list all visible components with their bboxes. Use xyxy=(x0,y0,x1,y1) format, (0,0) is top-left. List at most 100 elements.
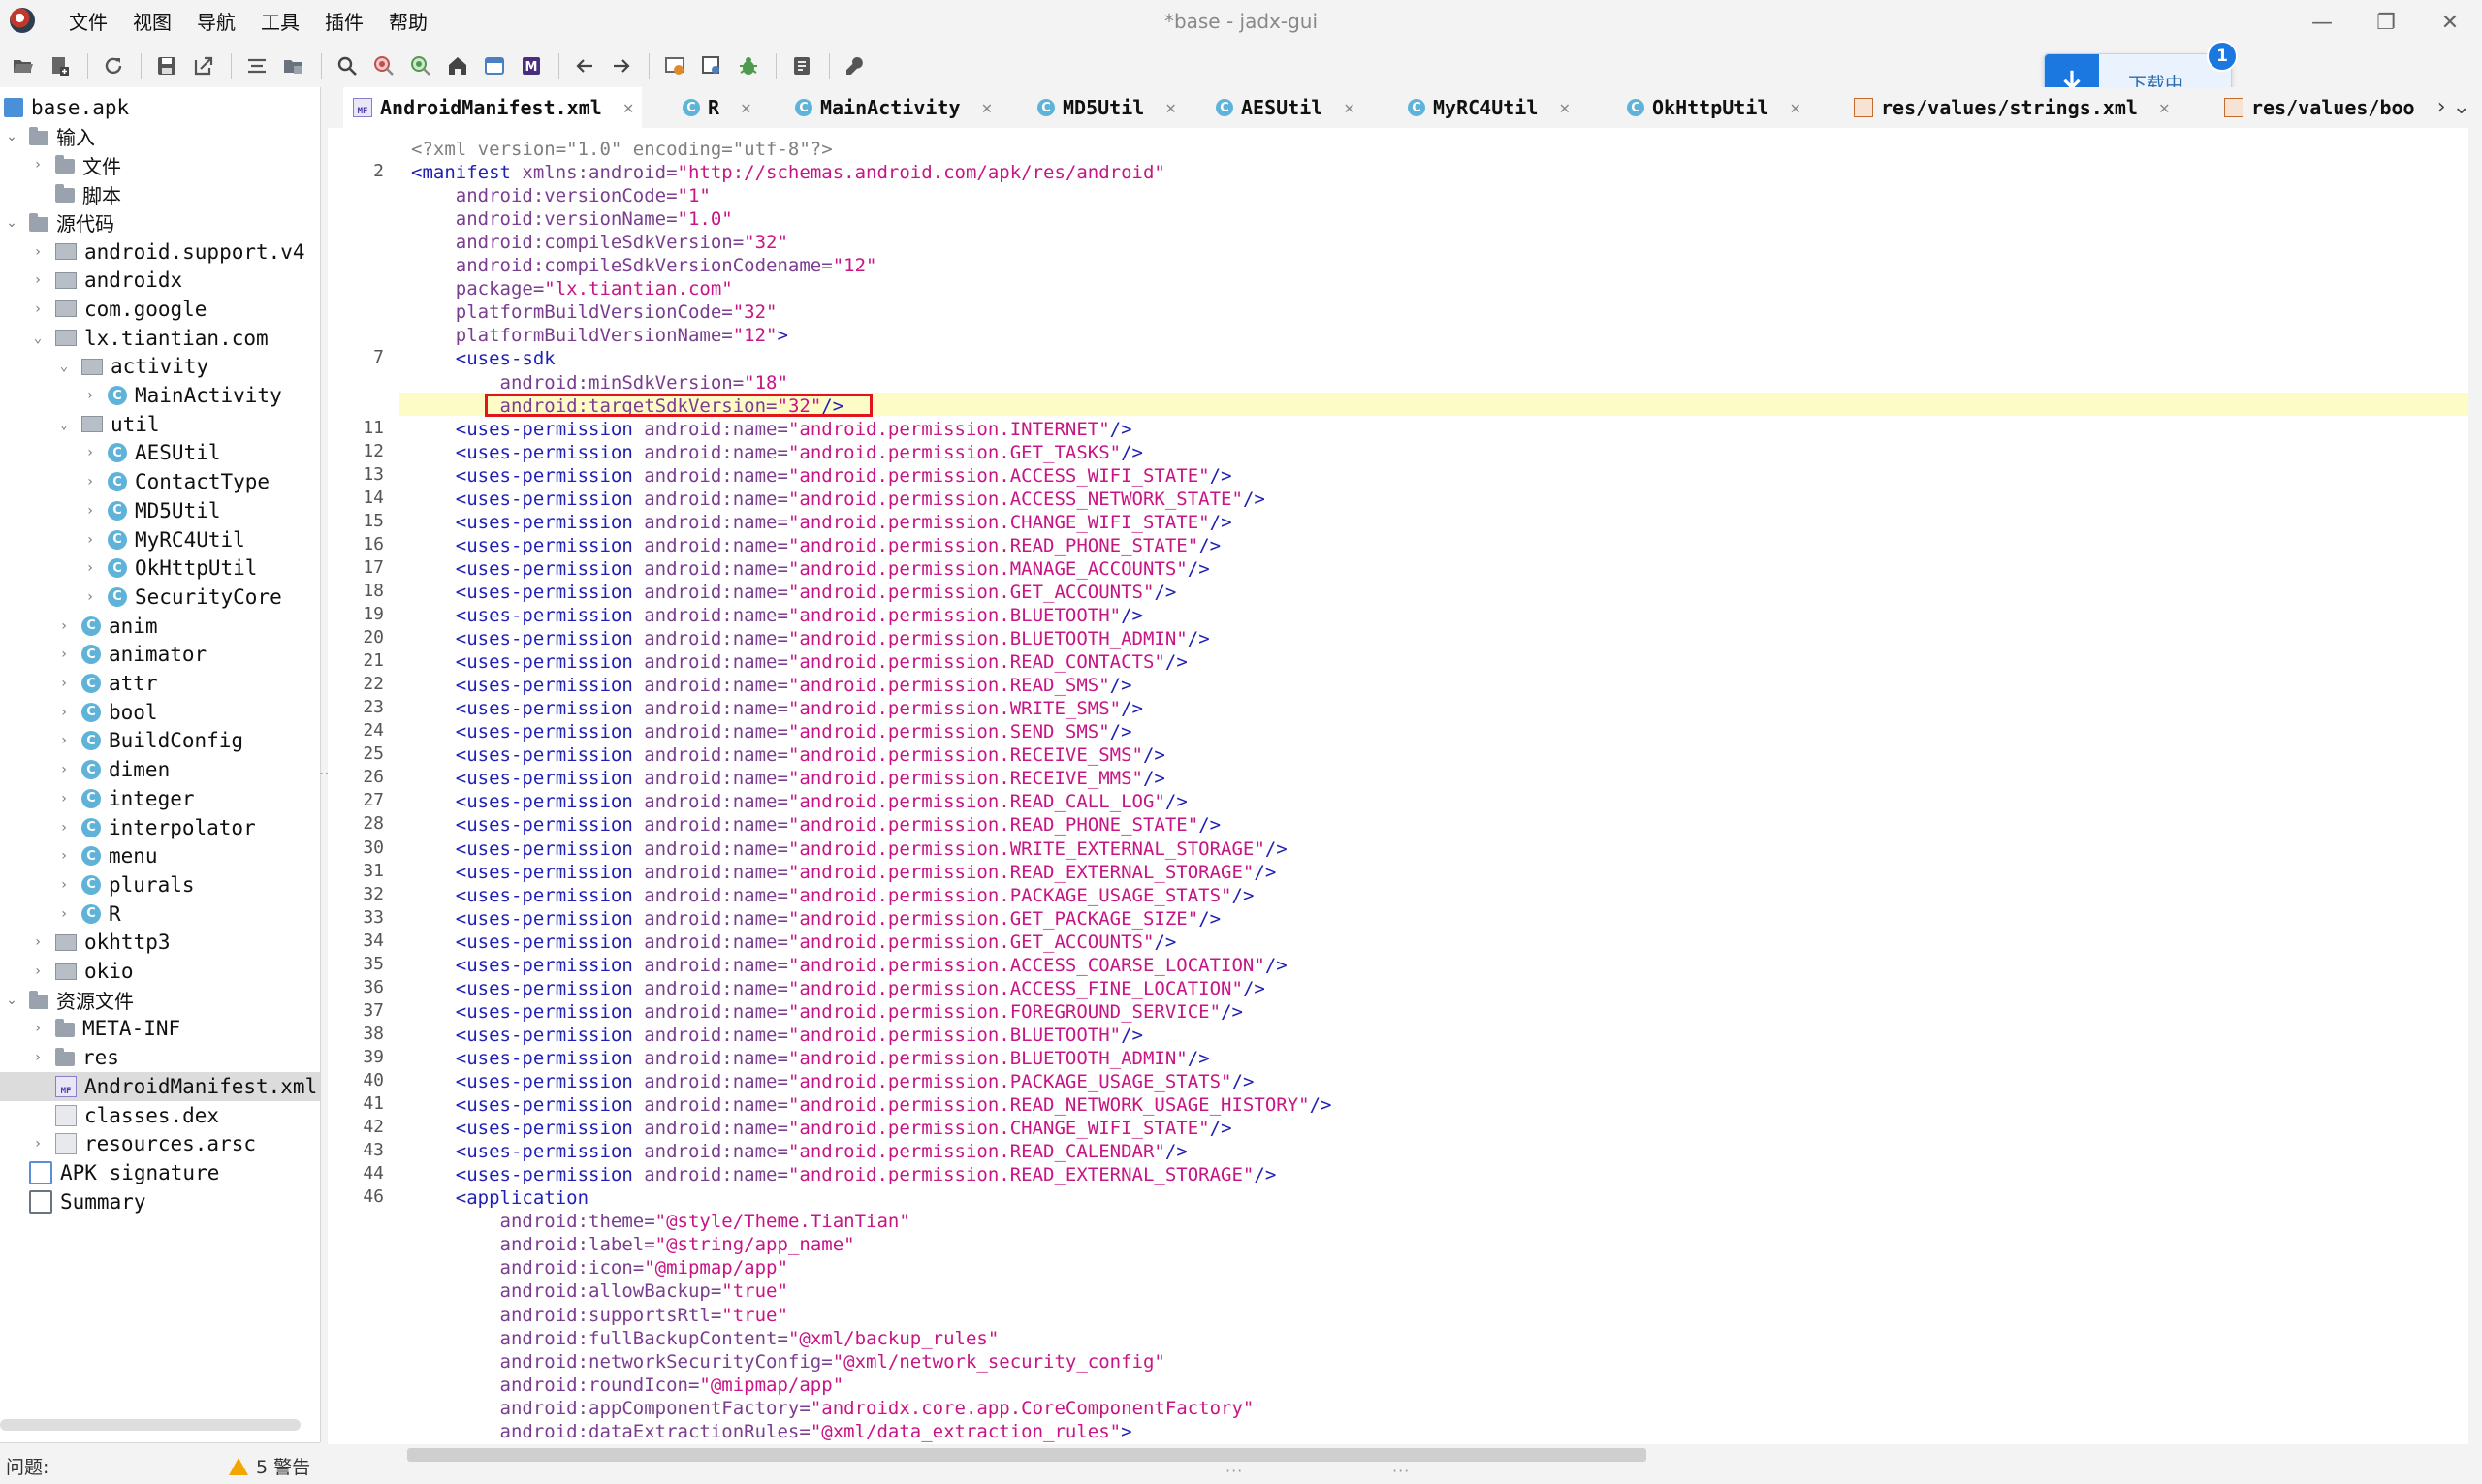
chevron-right-icon[interactable]: › xyxy=(82,560,98,576)
tree-node[interactable]: › res xyxy=(0,1043,119,1072)
chevron-right-icon[interactable]: › xyxy=(30,1050,46,1065)
tree-node[interactable]: › META-INF xyxy=(0,1014,180,1043)
reload-icon[interactable] xyxy=(96,48,131,83)
close-tab-icon[interactable]: ✕ xyxy=(982,98,993,118)
chevron-down-icon[interactable]: ⌄ xyxy=(4,129,19,144)
chevron-right-icon[interactable]: › xyxy=(82,503,98,519)
log-icon[interactable] xyxy=(784,48,819,83)
chevron-right-icon[interactable]: › xyxy=(82,445,98,460)
flatten-packages-icon[interactable] xyxy=(276,48,311,83)
close-tab-icon[interactable]: ✕ xyxy=(1790,98,1800,118)
tree-node[interactable]: ⌄ 资源文件 xyxy=(0,986,134,1015)
chevron-right-icon[interactable]: › xyxy=(82,388,98,403)
tree-node[interactable]: › C SecurityCore xyxy=(0,583,282,612)
chevron-right-icon[interactable]: › xyxy=(56,848,72,864)
tree-node[interactable]: › resources.arsc xyxy=(0,1129,256,1158)
forward-icon[interactable] xyxy=(604,48,639,83)
tree-node[interactable]: MF AndroidManifest.xml xyxy=(0,1071,320,1101)
editor-tab[interactable]: C OkHttpUtil ✕ xyxy=(1617,87,1808,128)
menu-plugins[interactable]: 插件 xyxy=(312,10,376,35)
tree-node[interactable]: › Canim xyxy=(0,612,158,641)
chevron-right-icon[interactable]: › xyxy=(82,532,98,548)
chevron-right-icon[interactable]: › xyxy=(56,791,72,806)
chevron-right-icon[interactable]: › xyxy=(56,762,72,777)
menu-view[interactable]: 视图 xyxy=(120,10,184,35)
tree-node[interactable]: ⌄ 源代码 xyxy=(0,208,114,237)
maximize-button[interactable]: ❐ xyxy=(2354,0,2418,45)
editor-tab[interactable]: C MD5Util ✕ xyxy=(1028,87,1184,128)
settings-icon[interactable] xyxy=(838,48,873,83)
chevron-right-icon[interactable]: › xyxy=(56,906,72,922)
chevron-right-icon[interactable]: › xyxy=(30,301,46,317)
sync-icon[interactable] xyxy=(239,48,274,83)
tree-node[interactable]: › C OkHttpUtil xyxy=(0,553,258,583)
tree-node[interactable]: › C MainActivity xyxy=(0,381,282,410)
close-tab-icon[interactable]: ✕ xyxy=(1344,98,1354,118)
chevron-right-icon[interactable]: › xyxy=(30,244,46,260)
chevron-down-icon[interactable]: ⌄ xyxy=(30,331,46,346)
bottom-splitter-handle[interactable]: ··· xyxy=(1225,1462,1243,1480)
warnings-indicator[interactable]: 5 警告 xyxy=(229,1453,310,1479)
tree-node[interactable]: APK signature xyxy=(0,1158,219,1187)
tree-node[interactable]: ⌄ lx.tiantian.com xyxy=(0,324,269,353)
editor-tab[interactable]: C R ✕ xyxy=(673,87,759,128)
chevron-right-icon[interactable]: › xyxy=(56,733,72,748)
menu-file[interactable]: 文件 xyxy=(56,10,120,35)
tree-node[interactable]: › C AESUtil xyxy=(0,438,221,467)
close-window-button[interactable]: ✕ xyxy=(2418,0,2482,45)
tree-node[interactable]: ⌄ activity xyxy=(0,352,208,381)
chevron-right-icon[interactable]: › xyxy=(30,963,46,979)
tree-node[interactable]: › Cplurals xyxy=(0,870,195,900)
tree-node[interactable]: › C MD5Util xyxy=(0,496,221,525)
chevron-right-icon[interactable]: › xyxy=(30,157,46,173)
chevron-right-icon[interactable]: › xyxy=(56,820,72,836)
tree-node[interactable]: › Cbool xyxy=(0,698,158,727)
editor-tab[interactable]: C AESUtil ✕ xyxy=(1206,87,1362,128)
tree-node[interactable]: › Canimator xyxy=(0,640,207,669)
chevron-right-icon[interactable]: › xyxy=(30,272,46,288)
close-tab-icon[interactable]: ✕ xyxy=(1559,98,1570,118)
tree-node[interactable]: › C BuildConfig xyxy=(0,726,243,755)
search-icon[interactable] xyxy=(330,48,365,83)
bottom-splitter-handle-2[interactable]: ··· xyxy=(1392,1462,1410,1480)
editor-tab[interactable]: MF AndroidManifest.xml ✕ xyxy=(343,87,642,128)
close-tab-icon[interactable]: ✕ xyxy=(2159,98,2170,118)
tree-node[interactable]: › okhttp3 xyxy=(0,928,171,957)
tree-node[interactable]: › okio xyxy=(0,957,134,986)
save-all-icon[interactable] xyxy=(149,48,184,83)
editor-tab[interactable]: res/values/strings.xml ✕ xyxy=(1844,87,2178,128)
home-icon[interactable] xyxy=(440,48,475,83)
open-file-icon[interactable] xyxy=(6,48,41,83)
tree-node[interactable]: › Cinterpolator xyxy=(0,813,256,842)
chevron-right-icon[interactable]: › xyxy=(56,618,72,634)
export-icon[interactable] xyxy=(186,48,221,83)
tree-node[interactable]: › Cinteger xyxy=(0,784,195,813)
chevron-right-icon[interactable]: › xyxy=(56,647,72,662)
tree-node[interactable]: Summary xyxy=(0,1187,146,1216)
editor-tab[interactable]: res/values/boo xyxy=(2214,87,2423,128)
back-icon[interactable] xyxy=(567,48,602,83)
tree-node[interactable]: › Cmenu xyxy=(0,841,158,870)
close-tab-icon[interactable]: ✕ xyxy=(1165,98,1176,118)
tree-node[interactable]: › C R xyxy=(0,900,121,929)
chevron-right-icon[interactable]: › xyxy=(82,589,98,605)
tree-node[interactable]: 脚本 xyxy=(0,179,121,208)
tree-horizontal-scrollbar[interactable] xyxy=(0,1419,301,1431)
tree-node[interactable]: › Cattr xyxy=(0,669,158,698)
tree-node[interactable]: › C MyRC4Util xyxy=(0,525,245,554)
close-tab-icon[interactable]: ✕ xyxy=(623,98,634,118)
chevron-down-icon[interactable]: ⌄ xyxy=(56,417,72,432)
chevron-right-icon[interactable]: › xyxy=(82,474,98,489)
close-tab-icon[interactable]: ✕ xyxy=(741,98,751,118)
minimize-button[interactable]: — xyxy=(2290,0,2354,45)
usage-search-icon[interactable] xyxy=(366,48,401,83)
menu-tools[interactable]: 工具 xyxy=(248,10,312,35)
tree-node[interactable]: › com.google xyxy=(0,295,207,324)
tree-node[interactable]: › C ContactType xyxy=(0,467,270,496)
tree-node[interactable]: › Cdimen xyxy=(0,755,170,784)
find-usage-icon[interactable] xyxy=(403,48,438,83)
add-files-icon[interactable] xyxy=(43,48,78,83)
tree-node[interactable]: ⌄ 输入 xyxy=(0,122,95,151)
smali-icon[interactable]: M xyxy=(514,48,549,83)
chevron-right-icon[interactable]: › xyxy=(56,676,72,691)
